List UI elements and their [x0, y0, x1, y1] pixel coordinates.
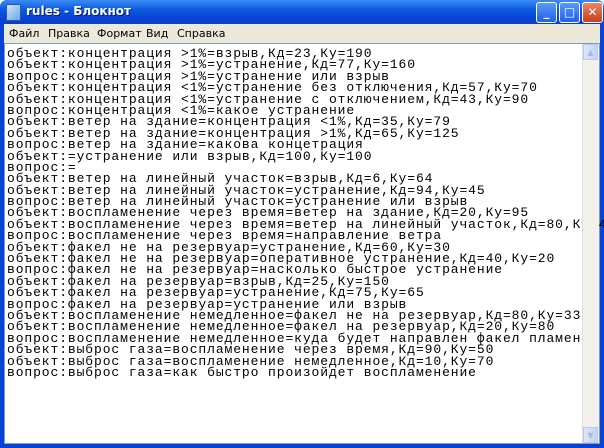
notepad-window: rules - Блокнот _ □ ✕ Файл Правка Формат…: [0, 0, 604, 448]
menu-bar: Файл Правка Формат Вид Справка: [4, 24, 600, 43]
menu-edit[interactable]: Правка: [48, 27, 90, 40]
scroll-up-button[interactable]: ▲: [583, 44, 598, 60]
window-title: rules - Блокнот: [26, 4, 132, 18]
menu-view[interactable]: Вид: [146, 27, 168, 40]
scroll-down-button[interactable]: ▼: [583, 427, 598, 443]
menu-file[interactable]: Файл: [9, 27, 39, 40]
text-editor[interactable]: объект:концентрация >1%=взрыв,Кд=23,Ку=1…: [4, 43, 604, 444]
notepad-icon: [6, 4, 21, 21]
vertical-scrollbar[interactable]: ▲ ▼: [582, 44, 599, 443]
maximize-button[interactable]: □: [559, 2, 580, 23]
close-button[interactable]: ✕: [582, 2, 603, 23]
title-bar[interactable]: rules - Блокнот _ □ ✕: [0, 0, 604, 24]
document-text[interactable]: объект:концентрация >1%=взрыв,Кд=23,Ку=1…: [7, 47, 604, 380]
menu-help[interactable]: Справка: [177, 27, 225, 40]
minimize-button[interactable]: _: [536, 2, 557, 23]
text-line: вопрос:выброс газа=как быстро произойдет…: [7, 364, 477, 380]
text-line: объект:=устранение или взрыв,Кд=100,Ку=1…: [7, 148, 373, 164]
menu-format[interactable]: Формат: [97, 27, 142, 40]
